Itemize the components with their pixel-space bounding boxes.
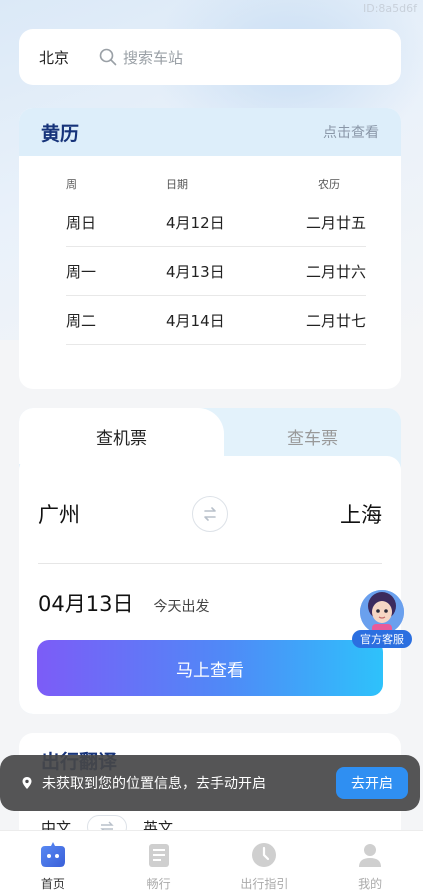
- customer-service-avatar: [360, 590, 404, 634]
- tab-flight-ticket[interactable]: 查机票: [19, 408, 224, 464]
- tab-home-label: 首页: [40, 877, 65, 891]
- location-pin-icon: [20, 776, 34, 790]
- almanac-header: 黄历 点击查看: [19, 108, 401, 156]
- tab-travel-label: 畅行: [146, 877, 171, 891]
- tab-travel-guide[interactable]: 出行指引: [212, 831, 318, 892]
- ticket-search-card: 查车票 广州 上海 04月13日 今天出发 马上查看 查机票: [19, 408, 401, 714]
- divider: [38, 563, 382, 564]
- almanac-table: 周 日期 农历 周日 4月12日 二月廿五 周一 4月13日 二月廿六 周二 4…: [66, 176, 366, 345]
- table-row: 周一 4月13日 二月廿六: [66, 247, 366, 296]
- search-input[interactable]: 搜索车站: [123, 47, 183, 68]
- ticket-form: 广州 上海 04月13日 今天出发 马上查看: [19, 456, 401, 714]
- route-row: 广州 上海: [38, 496, 382, 532]
- lunar-cell: 二月廿七: [305, 311, 366, 330]
- city-selector[interactable]: 北京: [39, 47, 69, 68]
- date-cell: 4月12日: [166, 213, 225, 232]
- bottom-tab-bar: 首页 畅行 出行指引 我的: [0, 830, 423, 892]
- header-weekday: 周: [66, 178, 77, 191]
- lunar-cell: 二月廿六: [305, 262, 366, 281]
- arrival-city[interactable]: 上海: [340, 499, 382, 529]
- almanac-table-header: 周 日期 农历: [66, 176, 366, 198]
- almanac-view-link[interactable]: 点击查看: [323, 122, 379, 142]
- almanac-title: 黄历: [41, 122, 80, 145]
- search-now-button[interactable]: 马上查看: [37, 640, 383, 696]
- date-cell: 4月13日: [166, 262, 225, 281]
- tab-profile[interactable]: 我的: [317, 831, 423, 892]
- search-bar[interactable]: 北京 搜索车站: [19, 29, 401, 85]
- header-lunar: 农历: [318, 178, 340, 191]
- departure-date-hint: 今天出发: [153, 599, 210, 615]
- almanac-card: 黄历 点击查看 周 日期 农历 周日 4月12日 二月廿五 周一 4月13日 二…: [19, 108, 401, 389]
- table-row: 周日 4月12日 二月廿五: [66, 198, 366, 247]
- customer-service-button[interactable]: 官方客服: [352, 590, 412, 650]
- tab-travel[interactable]: 畅行: [106, 831, 212, 892]
- location-permission-toast: 未获取到您的位置信息，去手动开启 去开启: [0, 755, 420, 811]
- watermark: ID:8a5d6f: [362, 2, 417, 15]
- home-robot-icon: [37, 839, 69, 871]
- departure-date[interactable]: 04月13日: [38, 588, 133, 618]
- weekday-cell: 周日: [66, 213, 97, 232]
- departure-city[interactable]: 广州: [38, 499, 80, 529]
- lunar-cell: 二月廿五: [305, 213, 366, 232]
- date-cell: 4月14日: [166, 311, 225, 330]
- search-icon: [99, 48, 117, 66]
- user-icon: [354, 839, 386, 871]
- enable-location-button[interactable]: 去开启: [336, 767, 408, 799]
- table-row: 周二 4月14日 二月廿七: [66, 296, 366, 345]
- toast-message: 未获取到您的位置信息，去手动开启: [42, 776, 266, 792]
- weekday-cell: 周二: [66, 311, 97, 330]
- swap-icon: [204, 507, 216, 521]
- date-row[interactable]: 04月13日 今天出发: [38, 588, 209, 618]
- tab-home[interactable]: 首页: [0, 831, 106, 892]
- document-icon: [143, 839, 175, 871]
- clock-icon: [248, 839, 280, 871]
- tab-travel-guide-label: 出行指引: [240, 877, 289, 891]
- customer-service-label: 官方客服: [352, 630, 412, 648]
- swap-cities-button[interactable]: [192, 496, 228, 532]
- header-date: 日期: [166, 178, 188, 191]
- weekday-cell: 周一: [66, 262, 97, 281]
- tab-profile-label: 我的: [358, 877, 383, 891]
